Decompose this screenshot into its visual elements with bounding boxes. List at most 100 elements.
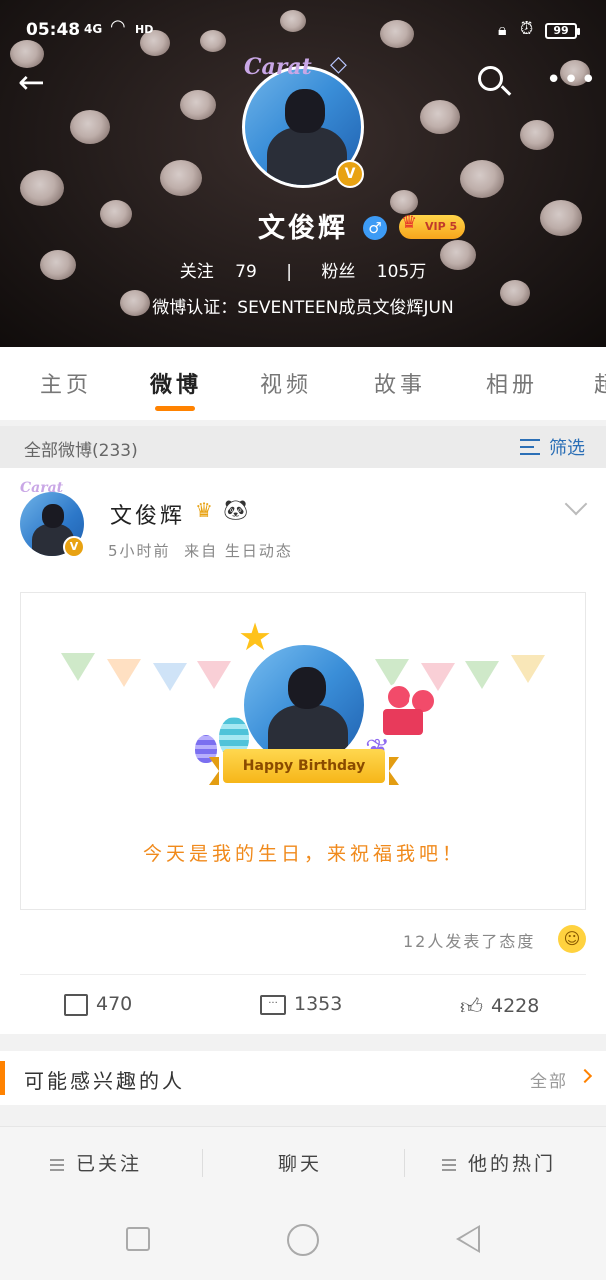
like-count: 4228 xyxy=(491,995,540,1017)
follow-stats: 关注 79 | 粉丝 105万 xyxy=(0,257,606,282)
profile-tabs: 主页 微博 视频 故事 相册 超 xyxy=(0,347,606,420)
verification-text: 微博认证：SEVENTEEN成员文俊辉JUN xyxy=(152,298,454,318)
following-count: 79 xyxy=(235,262,257,282)
profile-header: 05:48 4G ◠ HD 🔒︎ ⏰︎ 99 ← ••• Carat ◇ V 文… xyxy=(0,0,606,347)
wifi-icon: ◠ xyxy=(110,16,126,37)
chevron-down-icon[interactable] xyxy=(564,500,588,516)
suggested-all-button[interactable]: 全部 xyxy=(530,1067,568,1092)
menu-icon xyxy=(442,1158,456,1171)
background-jellyfish xyxy=(460,160,504,198)
system-nav-bar xyxy=(0,1198,606,1280)
more-dots-icon: ••• xyxy=(546,65,599,95)
tab-story[interactable]: 故事 xyxy=(374,367,426,399)
crown-icon: ♛ xyxy=(401,212,418,233)
bunting-flag xyxy=(197,661,231,689)
background-jellyfish xyxy=(520,120,554,150)
profile-name: 文俊辉 xyxy=(258,213,348,244)
bunting-flag xyxy=(153,663,187,691)
post-time: 5小时前 xyxy=(108,542,171,560)
stats-separator: | xyxy=(286,262,292,282)
repost-button[interactable]: 470 xyxy=(64,993,132,1019)
repost-count: 470 xyxy=(96,993,133,1015)
tab-album[interactable]: 相册 xyxy=(486,367,538,399)
bunting-flag xyxy=(61,653,95,681)
crown-icon: ♛ xyxy=(195,498,213,522)
carat-logo: Carat xyxy=(244,54,312,80)
status-time: 05:48 xyxy=(26,20,81,40)
more-button[interactable]: ••• xyxy=(546,67,596,94)
reactions-summary[interactable]: 12人发表了态度 xyxy=(403,928,535,952)
signal-label: 4G xyxy=(84,22,103,36)
status-bar: 05:48 4G ◠ HD 🔒︎ ⏰︎ 99 xyxy=(0,0,606,62)
comment-button[interactable]: ··· 1353 xyxy=(260,993,342,1019)
background-jellyfish xyxy=(70,110,110,144)
source-prefix: 来自 xyxy=(184,542,219,560)
tab-home[interactable]: 主页 xyxy=(40,367,92,399)
following-label: 关注 xyxy=(179,262,214,282)
male-gender-icon: ♂ xyxy=(363,216,387,240)
chevron-right-icon xyxy=(577,1068,593,1084)
background-jellyfish xyxy=(540,200,582,236)
panda-icon: 🐼︎ xyxy=(223,498,249,522)
recent-apps-button[interactable] xyxy=(126,1227,150,1251)
followed-button[interactable]: 已关注 xyxy=(50,1149,142,1176)
back-nav-button[interactable] xyxy=(456,1225,480,1253)
tab-video[interactable]: 视频 xyxy=(260,367,312,399)
post-author-name[interactable]: 文俊辉 xyxy=(110,498,185,530)
divider xyxy=(404,1149,405,1177)
smile-emoji-icon: ☺ xyxy=(558,925,586,953)
suggested-title: 可能感兴趣的人 xyxy=(24,1069,185,1093)
divider xyxy=(202,1149,203,1177)
background-jellyfish xyxy=(100,200,132,228)
birthday-ribbon: Happy Birthday xyxy=(209,749,399,785)
tab-indicator xyxy=(155,406,195,411)
bunting-flag xyxy=(511,655,545,683)
diamond-icon: ◇ xyxy=(330,52,347,77)
post-source[interactable]: 生日动态 xyxy=(225,542,293,560)
suggested-people: 可能感兴趣的人 全部 xyxy=(0,1051,606,1105)
home-button[interactable] xyxy=(287,1224,319,1256)
like-button[interactable]: 👍︎ 4228 xyxy=(460,993,540,1020)
hd-label: HD xyxy=(135,23,154,36)
post-card: Carat V 文俊辉 ♛ 🐼︎ 5小时前 来自 生日动态 ★ ❦ Happy … xyxy=(0,468,606,1034)
tab-weibo[interactable]: 微博 xyxy=(150,367,202,399)
chat-button[interactable]: 聊天 xyxy=(278,1149,322,1176)
star-icon: ★ xyxy=(238,615,273,659)
search-button[interactable] xyxy=(474,62,514,102)
comment-icon: ··· xyxy=(260,994,286,1015)
back-button[interactable]: ← xyxy=(18,64,58,100)
comment-count: 1353 xyxy=(294,993,343,1015)
bunting-flag xyxy=(107,659,141,687)
fans-label: 粉丝 xyxy=(321,262,356,282)
hot-posts-button[interactable]: 他的热门 xyxy=(442,1149,556,1176)
hot-posts-label: 他的热门 xyxy=(468,1153,557,1175)
section-accent-bar xyxy=(0,1061,5,1095)
filter-bar: 全部微博(233) 筛选 xyxy=(0,426,606,468)
following-link[interactable]: 关注 79 xyxy=(172,262,265,282)
post-actions: 470 ··· 1353 👍︎ 4228 xyxy=(20,974,586,1034)
background-jellyfish xyxy=(390,190,418,214)
lock-icon: 🔒︎ xyxy=(498,20,507,39)
carat-logo: Carat xyxy=(20,480,64,496)
birthday-message: 今天是我的生日，来祝福我吧！ xyxy=(142,843,465,865)
background-jellyfish xyxy=(180,90,216,120)
arrow-left-icon: ← xyxy=(18,63,45,101)
menu-icon xyxy=(50,1158,64,1171)
tab-super[interactable]: 超 xyxy=(594,367,606,399)
search-icon xyxy=(478,66,503,91)
background-jellyfish xyxy=(160,160,202,196)
verified-badge-icon: V xyxy=(336,160,364,188)
birthday-card[interactable]: ★ ❦ Happy Birthday 今天是我的生日，来祝福我吧！ xyxy=(20,592,586,910)
battery-icon: 99 xyxy=(545,23,580,39)
alarm-icon: ⏰︎ xyxy=(520,19,534,39)
filter-icon xyxy=(520,436,544,456)
bunting-flag xyxy=(465,661,499,689)
repost-icon xyxy=(64,993,88,1016)
fans-count: 105万 xyxy=(376,262,427,282)
filter-button[interactable]: 筛选 xyxy=(549,434,585,460)
profile-bottom-bar: 已关注 聊天 他的热门 xyxy=(0,1126,606,1198)
followed-label: 已关注 xyxy=(76,1153,143,1175)
post-count-label: 全部微博(233) xyxy=(24,441,138,461)
post-meta: 5小时前 来自 生日动态 xyxy=(108,540,293,561)
fans-link[interactable]: 粉丝 105万 xyxy=(313,262,434,282)
